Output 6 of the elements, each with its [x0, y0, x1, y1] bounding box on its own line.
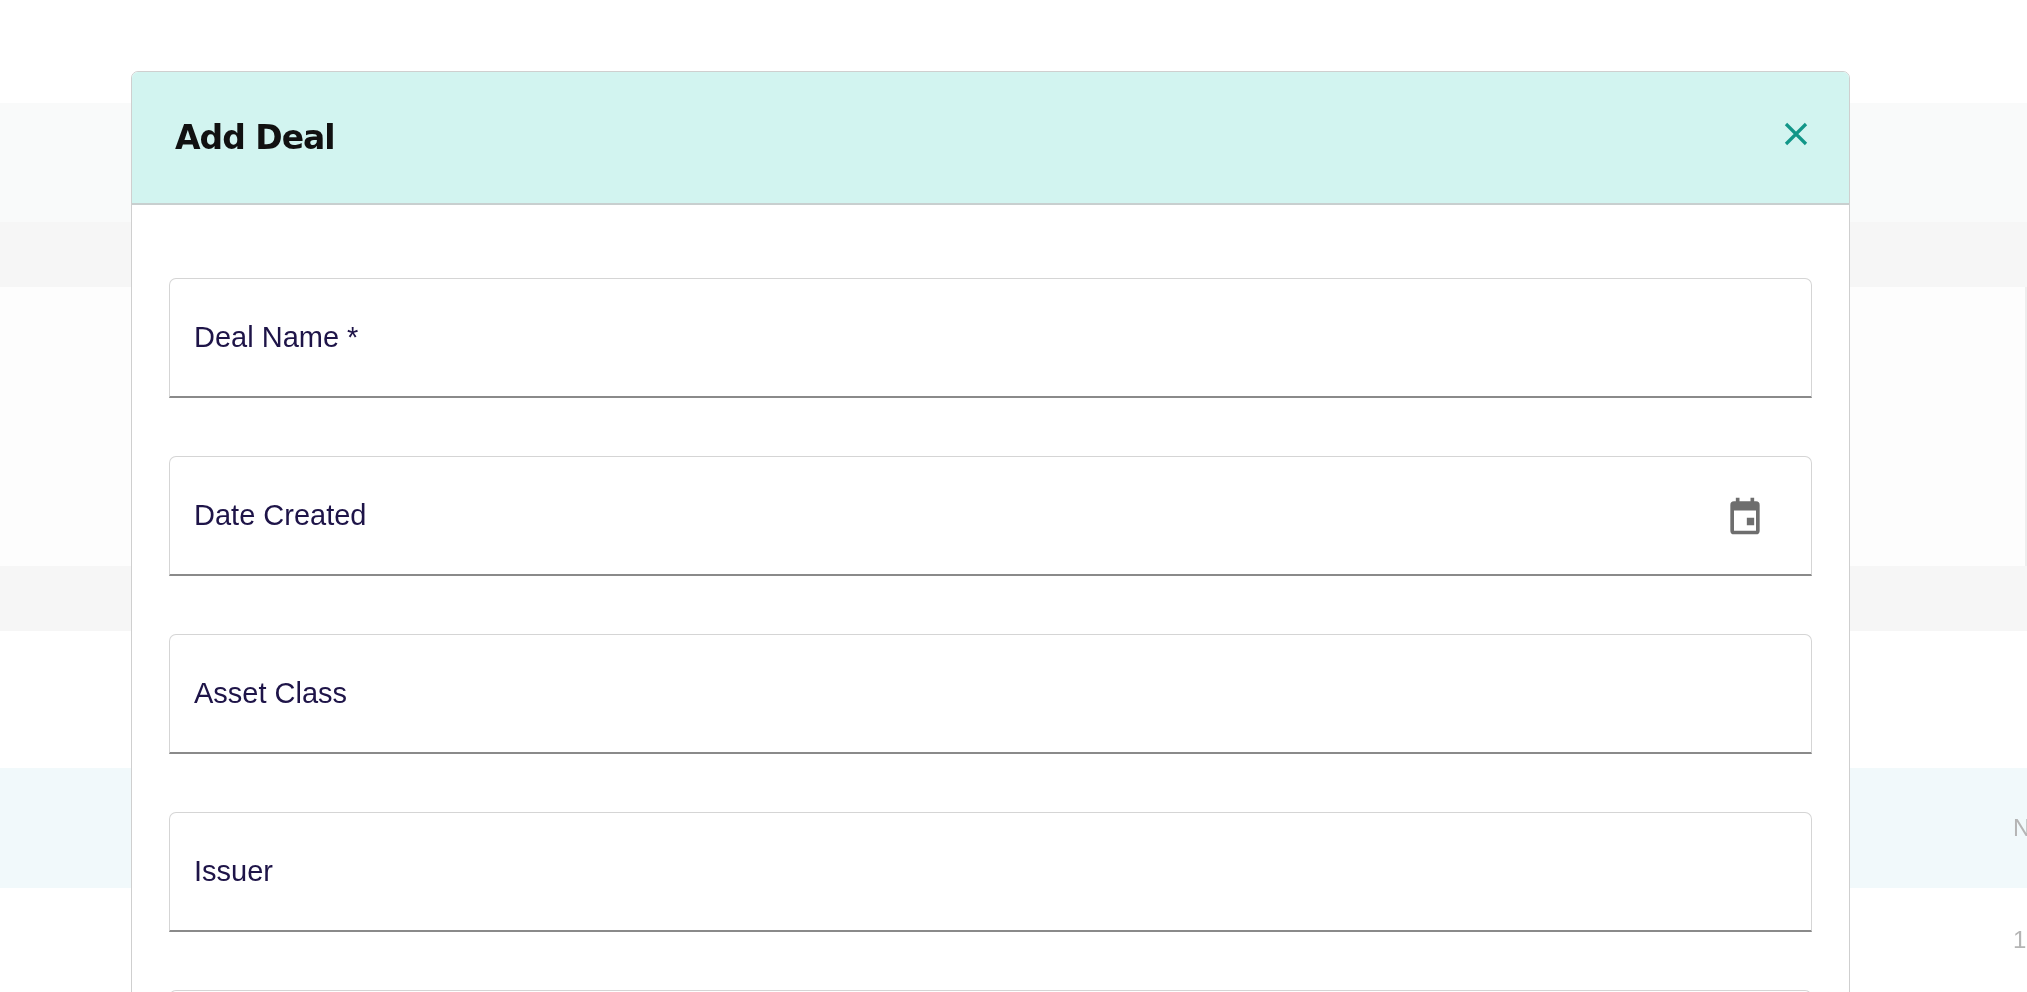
input-field[interactable]: Deal Name *: [169, 278, 1812, 398]
table-cell-text: 1: [2012, 926, 2027, 954]
input-field[interactable]: Date Created: [169, 456, 1812, 576]
input-field[interactable]: Asset Class: [169, 634, 1812, 754]
input-field[interactable]: Issuer: [169, 812, 1812, 932]
dialog-title: Add Deal: [175, 118, 335, 157]
